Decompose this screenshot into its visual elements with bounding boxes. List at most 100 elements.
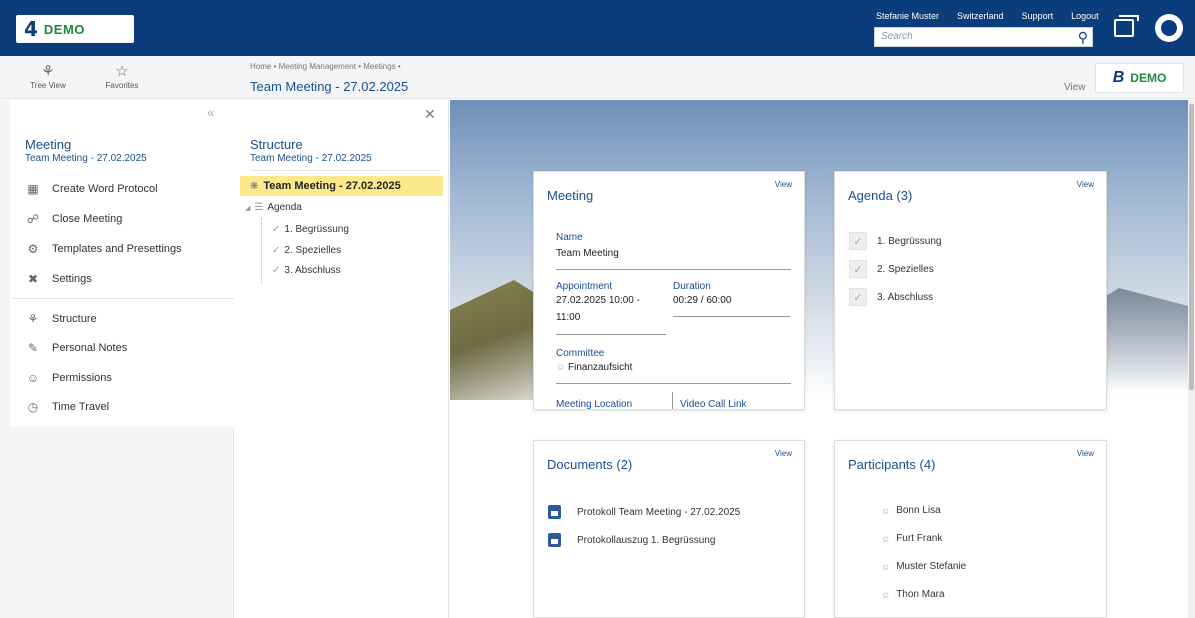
participant-item[interactable]: ☺ Furt Frank [881,533,942,544]
meeting-icon: ❋ [250,180,259,192]
committee-label: Committee [556,348,605,359]
tree-node-root[interactable]: ❋ Team Meeting - 27.02.2025 [240,176,443,196]
country-link[interactable]: Switzerland [957,11,1004,21]
windows-icon[interactable] [1114,15,1139,37]
notes-icon: ✎ [27,341,39,355]
user-name-link[interactable]: Stefanie Muster [876,11,939,21]
committee-value: Finanzaufsicht [567,362,633,373]
sub-bar [0,56,1195,99]
list-icon: ☰ [254,202,264,213]
duration-field[interactable]: Duration 00:29 / 60:00 [673,281,790,317]
document-label: Protokollauszug 1. Begrüssung [577,534,716,546]
tree-node-label: 1. Begrüssung [284,224,349,235]
meeting-card: View Meeting Name Team Meeting Appointme… [533,171,805,410]
name-field[interactable]: Name Team Meeting [556,232,791,270]
logo-mark: 4 [24,17,38,41]
lock-icon: ☍ [26,212,40,226]
view-button[interactable]: View [1064,82,1086,93]
tree-view-label: Tree View [30,81,66,90]
brand-text: DEMO [1130,71,1167,85]
support-link[interactable]: Support [1022,11,1054,21]
sidebar-item-personal-notes[interactable]: ✎ Personal Notes [25,341,127,355]
appointment-label: Appointment [556,281,613,292]
check-icon: ✓ [272,245,281,256]
sidebar-divider [12,298,234,299]
sidebar-item-settings[interactable]: ✖ Settings [25,272,92,286]
agenda-card-title: Agenda (3) [848,188,913,203]
document-item[interactable]: Protokoll Team Meeting - 27.02.2025 [548,505,740,519]
tree-view-button[interactable]: ⚘ Tree View [18,62,78,90]
tree-node-item[interactable]: ✓ 1. Begrüssung [272,224,349,235]
tree-node-item[interactable]: ✓ 3. Abschluss [272,265,341,276]
people-icon: ☺ [26,371,40,385]
agenda-item[interactable]: ✓ 1. Begrüssung [849,232,942,250]
expand-arrow-icon: ◢ [245,204,251,212]
sidebar-header: Meeting Team Meeting - 27.02.2025 [25,137,147,164]
document-item[interactable]: Protokollauszug 1. Begrüssung [548,533,715,547]
video-call-field[interactable]: Video Call Link [680,399,790,409]
tree-node-agenda[interactable]: ◢ ☰ Agenda [245,202,302,213]
sidebar-item-structure[interactable]: ⚘ Structure [25,312,97,326]
tree-node-item[interactable]: ✓ 2. Spezielles [272,245,341,256]
sidebar-item-create-word-protocol[interactable]: ▦ Create Word Protocol [25,182,158,196]
sidebar-item-templates[interactable]: ⚙ Templates and Presettings [25,242,182,256]
documents-view-link[interactable]: View [775,449,792,458]
agenda-card: View Agenda (3) ✓ 1. Begrüssung ✓ 2. Spe… [834,171,1107,410]
field-underline [556,334,666,335]
search-icon[interactable]: ⚲ [1078,29,1088,46]
person-icon: ☺ [881,505,891,516]
sidebar-item-label: Permissions [52,372,112,384]
participants-view-link[interactable]: View [1077,449,1094,458]
structure-subtitle: Team Meeting - 27.02.2025 [250,153,372,164]
breadcrumb[interactable]: Home • Meeting Management • Meetings • [250,62,401,71]
participant-item[interactable]: ☺ Muster Stefanie [881,561,966,572]
search-input[interactable]: Search ⚲ [874,27,1093,47]
sidebar-item-permissions[interactable]: ☺ Permissions [25,371,112,385]
sidebar-item-label: Settings [52,273,92,285]
word-doc-icon [548,533,561,547]
meeting-location-field[interactable]: Meeting Location [556,399,666,410]
meeting-card-title: Meeting [547,188,594,203]
agenda-item-label: 2. Spezielles [877,263,934,275]
user-avatar-icon[interactable] [1155,14,1183,42]
structure-header: Structure Team Meeting - 27.02.2025 [250,137,372,164]
field-divider [672,392,673,409]
meeting-location-label: Meeting Location [556,399,633,410]
sidebar-title: Meeting [25,137,72,152]
meeting-view-link[interactable]: View [775,180,792,189]
app-logo[interactable]: 4 DEMO [16,15,134,43]
page-title: Team Meeting - 27.02.2025 [250,79,409,94]
sidebar-item-label: Structure [52,313,97,325]
participant-item[interactable]: ☺ Bonn Lisa [881,505,941,516]
tree-guide-line [261,218,262,284]
agenda-item-label: 1. Begrüssung [877,235,942,247]
structure-icon: ⚘ [27,312,39,326]
sidebar-item-close-meeting[interactable]: ☍ Close Meeting [25,212,122,226]
agenda-item[interactable]: ✓ 3. Abschluss [849,288,933,306]
collapse-sidebar-button[interactable]: « [207,104,215,120]
participant-name: Thon Mara [896,589,945,600]
tree-node-label: 3. Abschluss [284,265,341,276]
close-panel-icon[interactable]: ✕ [424,106,436,123]
sidebar-item-time-travel[interactable]: ◷ Time Travel [25,400,109,414]
sidebar-item-label: Create Word Protocol [52,183,158,195]
favorites-button[interactable]: ☆ Favorites [92,62,152,90]
scrollbar-thumb[interactable] [1189,104,1194,390]
name-value: Team Meeting [556,248,619,259]
participants-card-title: Participants (4) [848,457,936,472]
appointment-field[interactable]: Appointment 27.02.2025 10:00 - 11:00 [556,281,666,335]
tools-icon: ✖ [27,272,39,286]
field-underline [673,316,790,317]
field-underline [556,269,791,270]
top-bar: 4 DEMO Stefanie Muster Switzerland Suppo… [0,0,1195,56]
logout-link[interactable]: Logout [1071,11,1099,21]
agenda-view-link[interactable]: View [1077,180,1094,189]
person-icon: ☺ [881,589,891,600]
left-sidebar [0,100,234,618]
search-placeholder: Search [881,31,913,42]
main-scrollbar[interactable] [1188,100,1195,618]
committee-field[interactable]: Committee ☺ Finanzaufsicht [556,348,791,384]
agenda-item[interactable]: ✓ 2. Spezielles [849,260,934,278]
check-icon: ✓ [849,260,867,278]
participant-item[interactable]: ☺ Thon Mara [881,589,945,600]
